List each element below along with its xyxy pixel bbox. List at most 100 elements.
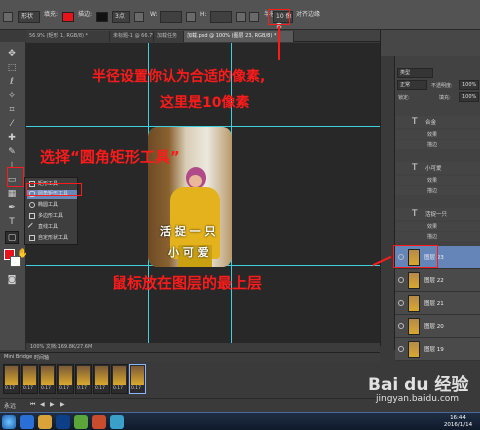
magic-wand-tool-icon[interactable]: ✧ [5,90,19,103]
height-field[interactable] [210,11,232,23]
prev-frame-icon[interactable]: ◀ [40,401,45,408]
line-icon [27,222,37,232]
eye-icon[interactable] [398,300,404,306]
frame-5[interactable]: 0.17 [75,364,92,394]
background-color-swatch[interactable] [10,256,21,267]
timeline-header: Mini Bridge 时间轴 [0,352,380,362]
frame-7[interactable]: 0.17 [111,364,128,394]
play-icon[interactable]: ▶ [50,401,55,408]
move-tool-icon[interactable]: ✥ [5,48,19,61]
timeline-controls: 永远 ⏮ ◀ ▶ ▶ [0,398,380,412]
path-align-icon[interactable] [249,12,259,22]
flyout-polygon-tool[interactable]: 多边形工具 [27,212,77,221]
stroke-swatch[interactable] [96,12,108,22]
tab-timeline[interactable]: 时间轴 [34,354,49,361]
frame-8[interactable]: 0.17 [129,364,146,394]
ellipse-icon [29,202,35,208]
tool-note: 选择“圆角矩形工具” [40,148,180,166]
lock-label: 锁定: [398,95,410,101]
mode-select[interactable]: 形状 [18,11,40,23]
text-layer-3-effects: 效果 [395,222,480,231]
text-layer-1-stroke: 描边 [395,140,480,149]
rounded-rect-item-highlight-box [26,183,82,196]
stroke-label: 描边: [78,11,93,18]
text-layer-icon: T [412,117,418,127]
flyout-ellipse-tool[interactable]: 椭圆工具 [27,201,77,210]
folder-icon[interactable] [38,415,52,429]
lasso-tool-icon[interactable]: ℓ [5,76,19,89]
healing-brush-tool-icon[interactable]: ✚ [5,132,19,145]
link-icon[interactable] [186,12,196,22]
text-layer-3[interactable]: T 活捉一只 [395,208,480,220]
width-field[interactable] [160,11,182,23]
eye-icon[interactable] [398,346,404,352]
start-button-icon[interactable] [2,415,16,429]
path-ops-icon[interactable] [236,12,246,22]
pen-tool-icon[interactable]: ✒ [5,202,19,215]
system-clock: 16:44 2016/1/14 [443,415,473,428]
rounded-rect-tool-icon[interactable] [3,12,13,22]
crop-tool-icon[interactable]: ⌗ [5,104,19,117]
type-tool-icon[interactable]: T [5,216,19,229]
photoshop-taskbar-icon[interactable] [56,415,70,429]
ie-icon[interactable] [20,415,34,429]
stroke-type-icon[interactable] [134,12,144,22]
tab-mini-bridge[interactable]: Mini Bridge [4,354,32,360]
text-layer-1[interactable]: T 合金 [395,116,480,128]
text-layer-icon: T [412,209,418,219]
tab-doc-1[interactable]: 56.9% (矩形 1, RGB/8) * [26,31,110,42]
child-face [189,175,202,187]
first-frame-icon[interactable]: ⏮ [30,401,35,409]
layer-row-19[interactable]: 图层 19 [395,338,480,361]
polygon-icon [29,213,35,219]
app-icon-2[interactable] [92,415,106,429]
tab-doc-3[interactable]: 加载任务 [154,31,184,42]
app-icon-1[interactable] [74,415,88,429]
frame-thumbnail [23,366,36,385]
app-icon-3[interactable] [110,415,124,429]
text-layer-2[interactable]: T 小可爱 [395,162,480,174]
loop-select[interactable]: 永远 [4,401,16,410]
tools-panel: ✥ ⬚ ℓ ✧ ⌗ ⁄ ✚ ✎ ⊥ ▭ ▦ ✒ T ▢ ✋ ◙ [0,42,28,350]
shape-tool-icon[interactable]: ▢ [5,231,19,244]
photo-caption-1: 活 捉 一 只 [160,225,216,238]
blend-mode-select[interactable]: 正常 [397,80,427,90]
fill-swatch[interactable] [62,12,74,22]
quick-mask-icon[interactable]: ◙ [5,274,19,287]
eye-icon[interactable] [398,323,404,329]
frame-6[interactable]: 0.17 [93,364,110,394]
frame-4[interactable]: 0.17 [57,364,74,394]
eye-icon[interactable] [398,277,404,283]
tab-doc-2[interactable]: 未标题-1 @ 66.7% [110,31,154,42]
stroke-width-field[interactable]: 3点 [112,11,130,23]
panel-dock-icons [380,56,394,346]
layer-kind-filter[interactable]: 类型 [397,68,433,78]
next-frame-icon[interactable]: ▶ [60,401,65,408]
text-layer-2-effects: 效果 [395,176,480,185]
eyedropper-tool-icon[interactable]: ⁄ [5,118,19,131]
opacity-field[interactable]: 100% [459,80,479,90]
radius-highlight-box [268,9,290,25]
frame-1[interactable]: 0.17 [3,364,20,394]
brush-tool-icon[interactable]: ✎ [5,146,19,159]
text-layer-icon: T [412,163,418,173]
layers-panel: 类型 正常 不透明度: 100% 锁定: 填充: 100% T 合金 效果 描边 … [394,56,480,361]
layer-row-21[interactable]: 图层 21 [395,292,480,315]
frame-thumbnail [77,366,90,385]
width-label: W: [150,11,158,18]
align-edges-checkbox[interactable]: 对齐边缘 [296,9,320,21]
flyout-custom-shape-tool[interactable]: 自定形状工具 [27,234,77,243]
frame-3[interactable]: 0.17 [39,364,56,394]
shape-tool-highlight-box [7,167,24,187]
frame-2[interactable]: 0.17 [21,364,38,394]
radius-arrow [278,26,280,60]
layer-row-20[interactable]: 图层 20 [395,315,480,338]
layer-row-22[interactable]: 图层 22 [395,269,480,292]
text-layer-3-stroke: 描边 [395,232,480,241]
marquee-tool-icon[interactable]: ⬚ [5,62,19,75]
flyout-line-tool[interactable]: 直线工具 [27,222,77,232]
gradient-tool-icon[interactable]: ▦ [5,188,19,201]
frame-thumbnail [59,366,72,385]
fill-opacity-field[interactable]: 100% [459,92,479,102]
timeline-frames: 0.17 0.17 0.17 0.17 0.17 0.17 0.17 0.17 [0,362,380,398]
